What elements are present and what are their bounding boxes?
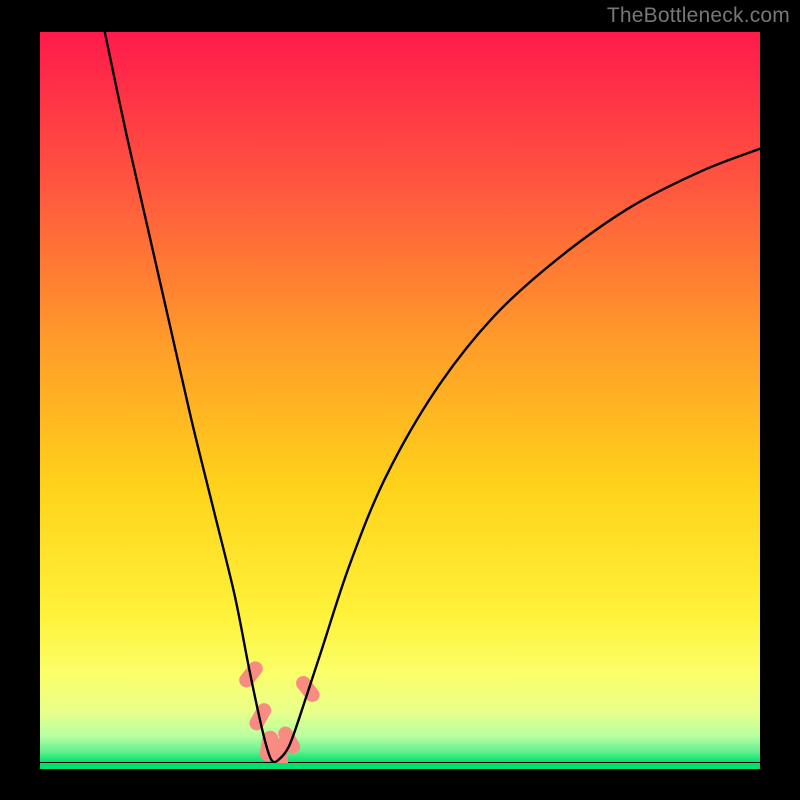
chart-plot-area [40,32,760,762]
chart-svg [40,32,760,762]
chart-frame: TheBottleneck.com [0,0,800,800]
green-baseline-band [40,763,760,769]
watermark-label: TheBottleneck.com [607,4,790,28]
gradient-background [40,32,760,762]
